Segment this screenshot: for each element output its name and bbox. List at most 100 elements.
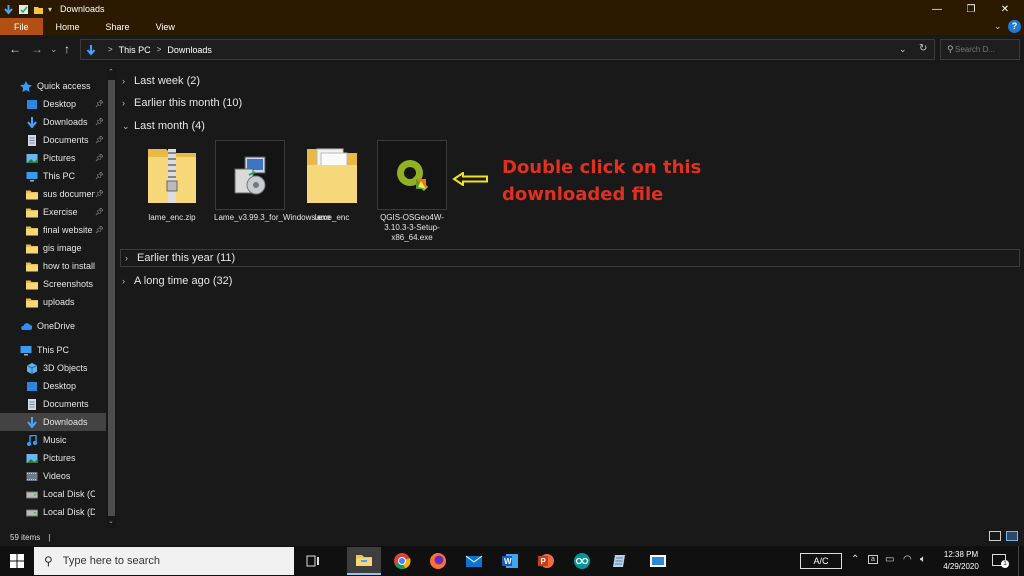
sidebar-item[interactable]: Desktop 📌︎ xyxy=(0,95,106,113)
search-box[interactable]: ⚲ xyxy=(940,39,1020,60)
file-item[interactable]: QGIS-OSGeo4W-3.10.3-3-Setup-x86_64.exe xyxy=(376,140,448,243)
firefox-icon xyxy=(430,553,446,569)
sidebar-item[interactable]: Music xyxy=(0,431,106,449)
group-last-month[interactable]: ⌄ Last month (4) xyxy=(122,117,205,135)
word-app[interactable]: W xyxy=(493,547,527,575)
notes-app[interactable] xyxy=(603,547,637,575)
mail-app[interactable] xyxy=(457,547,491,575)
new-folder-icon[interactable] xyxy=(33,4,44,15)
file-item[interactable]: lame_enc xyxy=(296,140,368,223)
sidebar-item[interactable]: Exercise 📌︎ xyxy=(0,203,106,221)
expand-ribbon-icon[interactable]: ⌄ xyxy=(994,21,1002,32)
download-arrow-icon xyxy=(86,44,96,56)
group-earlier-this-year[interactable]: › Earlier this year (11) xyxy=(120,249,1020,267)
task-view-button[interactable] xyxy=(296,547,330,575)
arduino-app[interactable] xyxy=(565,547,599,575)
sidebar-item[interactable]: sus documen 📌︎ xyxy=(0,185,106,203)
navigation-scrollbar[interactable]: ⌃ ⌄ xyxy=(106,68,117,528)
group-long-time-ago[interactable]: › A long time ago (32) xyxy=(122,272,232,290)
battery-icon[interactable]: ▭ xyxy=(885,554,894,565)
file-item[interactable]: Lame_v3.99.3_for_Windows.exe xyxy=(214,140,331,223)
clock[interactable]: 12:38 PM 4/29/2020 xyxy=(936,549,986,573)
show-hidden-icons-icon[interactable]: ⌃ xyxy=(851,554,859,565)
tab-view[interactable]: View xyxy=(143,18,188,35)
group-earlier-this-month[interactable]: › Earlier this month (10) xyxy=(122,94,242,112)
group-last-week[interactable]: › Last week (2) xyxy=(122,72,200,90)
sidebar-item[interactable]: final website 📌︎ xyxy=(0,221,106,239)
sidebar-item[interactable]: Downloads 📌︎ xyxy=(0,113,106,131)
wifi-icon[interactable]: ◠ xyxy=(903,554,912,565)
maximize-button[interactable]: ❐ xyxy=(954,0,988,18)
show-desktop-button[interactable] xyxy=(1018,546,1024,576)
sidebar-item[interactable]: how to install xyxy=(0,257,106,275)
customize-quick-access-icon[interactable]: ▾ xyxy=(48,5,52,14)
videos-icon xyxy=(26,471,38,482)
folder-icon xyxy=(297,140,367,210)
breadcrumb-separator[interactable]: > xyxy=(108,45,113,54)
minimize-button[interactable]: — xyxy=(920,0,954,18)
sidebar-item[interactable]: Local Disk (C:) xyxy=(0,485,106,503)
folder-icon xyxy=(26,297,38,308)
powerpoint-app[interactable]: P xyxy=(529,547,563,575)
folder-icon xyxy=(26,279,38,290)
windows-logo-icon xyxy=(10,554,24,568)
sidebar-item[interactable]: Documents 📌︎ xyxy=(0,131,106,149)
tab-share[interactable]: Share xyxy=(93,18,143,35)
sidebar-item[interactable]: Local Disk (D:) xyxy=(0,503,106,521)
volume-icon[interactable]: 🔈︎ xyxy=(920,554,926,565)
back-button[interactable]: ← xyxy=(9,43,21,55)
tab-file[interactable]: File xyxy=(0,18,43,35)
chrome-app[interactable] xyxy=(385,547,419,575)
sidebar-item[interactable]: Desktop xyxy=(0,377,106,395)
tab-home[interactable]: Home xyxy=(43,18,93,35)
search-input[interactable] xyxy=(955,45,1017,54)
sidebar-item[interactable]: gis image xyxy=(0,239,106,257)
scroll-down-icon[interactable]: ⌄ xyxy=(108,517,114,525)
close-button[interactable]: ✕ xyxy=(988,0,1022,18)
sidebar-item[interactable]: This PC 📌︎ xyxy=(0,167,106,185)
sidebar-item[interactable]: Videos xyxy=(0,467,106,485)
sidebar-item-label: Quick access xyxy=(37,81,91,91)
download-arrow-icon xyxy=(26,116,38,129)
scrollbar-thumb[interactable] xyxy=(108,80,115,516)
sidebar-item[interactable]: This PC xyxy=(0,341,106,359)
sidebar-item-label: OneDrive xyxy=(37,321,76,331)
firefox-app[interactable] xyxy=(421,547,455,575)
file-item[interactable]: lame_enc.zip xyxy=(136,140,208,223)
scroll-up-icon[interactable]: ⌃ xyxy=(108,68,114,76)
photos-app[interactable] xyxy=(641,547,675,575)
taskbar-search-box[interactable]: ⚲ Type here to search xyxy=(34,547,294,575)
sidebar-item[interactable]: 3D Objects xyxy=(0,359,106,377)
forward-button[interactable]: → xyxy=(31,43,43,55)
properties-icon[interactable] xyxy=(18,4,29,15)
file-name: lame_enc.zip xyxy=(148,213,196,222)
breadcrumb-this-pc[interactable]: This PC xyxy=(119,45,151,55)
file-explorer-app[interactable] xyxy=(347,547,381,575)
sidebar-item[interactable]: Pictures xyxy=(0,449,106,467)
zip-folder-icon xyxy=(137,140,207,210)
details-view-icon[interactable] xyxy=(989,531,1001,541)
help-icon[interactable]: ? xyxy=(1008,20,1021,33)
input-indicator-icon[interactable]: a xyxy=(868,555,878,564)
sidebar-item[interactable]: Downloads xyxy=(0,413,106,431)
sidebar-item[interactable]: Screenshots xyxy=(0,275,106,293)
breadcrumb-downloads[interactable]: Downloads xyxy=(167,45,212,55)
sidebar-item-label: uploads xyxy=(43,297,75,307)
action-center-button[interactable]: 1 xyxy=(992,554,1009,568)
address-bar[interactable]: > This PC > Downloads ⌄ ↻ xyxy=(80,39,935,60)
recent-locations-button[interactable]: ⌄ xyxy=(50,43,58,55)
start-button[interactable] xyxy=(0,546,34,576)
sidebar-item[interactable]: Documents xyxy=(0,395,106,413)
sidebar-item-label: Desktop xyxy=(43,99,77,109)
sidebar-item[interactable]: uploads xyxy=(0,293,106,311)
address-history-icon[interactable]: ⌄ xyxy=(899,44,907,55)
sidebar-item[interactable]: Pictures 📌︎ xyxy=(0,149,106,167)
sidebar-item[interactable]: OneDrive xyxy=(0,317,106,335)
arduino-icon xyxy=(574,553,590,569)
sidebar-item-label: This PC xyxy=(37,345,70,355)
breadcrumb-separator[interactable]: > xyxy=(157,45,162,54)
sidebar-item[interactable]: Quick access xyxy=(0,77,106,95)
refresh-icon[interactable]: ↻ xyxy=(919,43,927,54)
up-button[interactable]: ↑ xyxy=(64,43,70,55)
large-icons-view-icon[interactable] xyxy=(1006,531,1018,541)
